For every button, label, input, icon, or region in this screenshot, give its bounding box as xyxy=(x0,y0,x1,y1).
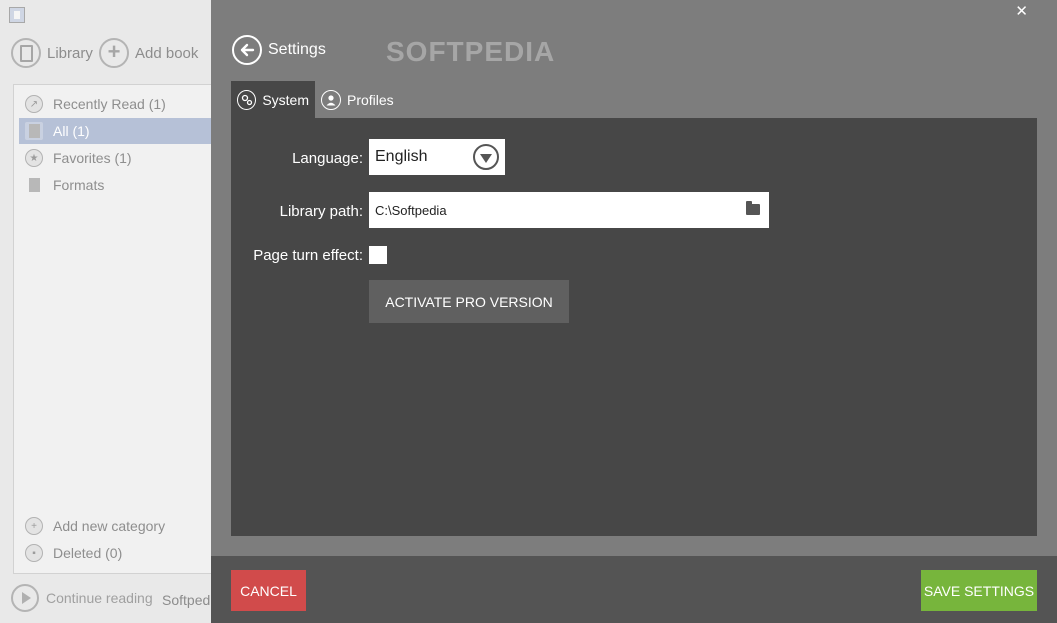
settings-dialog: ✕ Settings SOFTPEDIA System Profiles Lan… xyxy=(211,0,1057,623)
arrow-left-icon xyxy=(240,43,255,57)
nav-item-all[interactable]: All (1) xyxy=(19,118,219,144)
app-icon xyxy=(9,7,25,23)
system-settings-panel: Language: English Library path: C:\Softp… xyxy=(231,118,1037,536)
category-list: ↗ Recently Read (1) All (1) ★ Favorites … xyxy=(13,84,223,574)
library-path-input[interactable]: C:\Softpedia xyxy=(369,192,769,228)
dialog-footer: CANCEL SAVE SETTINGS xyxy=(211,556,1057,623)
nav-item-formats[interactable]: Formats xyxy=(19,172,219,198)
add-book-button[interactable]: Add book xyxy=(99,38,198,68)
library-path-value: C:\Softpedia xyxy=(375,202,447,218)
trash-icon: ▪ xyxy=(25,544,43,562)
watermark-logo: SOFTPEDIA xyxy=(386,36,556,67)
nav-item-recently-read[interactable]: ↗ Recently Read (1) xyxy=(19,91,219,117)
plus-icon: + xyxy=(25,517,43,535)
language-select[interactable]: English xyxy=(369,139,505,175)
library-path-label: Library path: xyxy=(279,203,363,220)
book-icon xyxy=(11,38,41,68)
nav-item-label: Favorites (1) xyxy=(53,150,132,166)
close-button[interactable]: ✕ xyxy=(1015,2,1028,20)
nav-item-label: Formats xyxy=(53,177,105,193)
add-category-label: Add new category xyxy=(53,518,166,534)
page-turn-label: Page turn effect: xyxy=(253,247,363,264)
tab-label: Profiles xyxy=(347,91,394,108)
chevron-down-icon xyxy=(473,144,499,170)
play-icon xyxy=(11,584,39,612)
page-turn-checkbox[interactable] xyxy=(369,246,387,264)
continue-reading-label: Continue reading xyxy=(46,590,153,606)
deleted-label: Deleted (0) xyxy=(53,545,123,561)
library-label: Library xyxy=(47,44,93,62)
nav-item-label: Recently Read (1) xyxy=(53,96,166,112)
language-label: Language: xyxy=(292,150,363,167)
tab-label: System xyxy=(262,91,309,108)
language-value: English xyxy=(375,148,428,165)
add-book-label: Add book xyxy=(135,44,199,62)
tab-system[interactable]: System xyxy=(231,81,315,118)
library-button[interactable]: Library xyxy=(11,38,93,68)
file-icon xyxy=(25,176,43,194)
star-icon: ★ xyxy=(25,149,43,167)
gears-icon xyxy=(237,89,257,110)
nav-item-deleted[interactable]: ▪ Deleted (0) xyxy=(19,540,219,566)
back-button[interactable] xyxy=(232,35,262,65)
tab-profiles[interactable]: Profiles xyxy=(315,81,400,118)
page-title: Settings xyxy=(268,41,326,58)
nav-item-label: All (1) xyxy=(53,123,90,139)
user-icon xyxy=(321,89,341,110)
add-category-button[interactable]: + Add new category xyxy=(19,513,219,539)
book-icon xyxy=(25,122,43,140)
save-settings-button[interactable]: SAVE SETTINGS xyxy=(921,570,1037,611)
share-icon: ↗ xyxy=(25,95,43,113)
plus-icon xyxy=(99,38,129,68)
activate-pro-button[interactable]: ACTIVATE PRO VERSION xyxy=(369,280,569,323)
library-pane: Library Add book ↗ Recently Read (1) All… xyxy=(0,0,223,623)
nav-item-favorites[interactable]: ★ Favorites (1) xyxy=(19,145,219,171)
continue-reading-button[interactable]: Continue reading xyxy=(11,584,153,612)
folder-icon[interactable] xyxy=(746,201,760,215)
cancel-button[interactable]: CANCEL xyxy=(231,570,306,611)
